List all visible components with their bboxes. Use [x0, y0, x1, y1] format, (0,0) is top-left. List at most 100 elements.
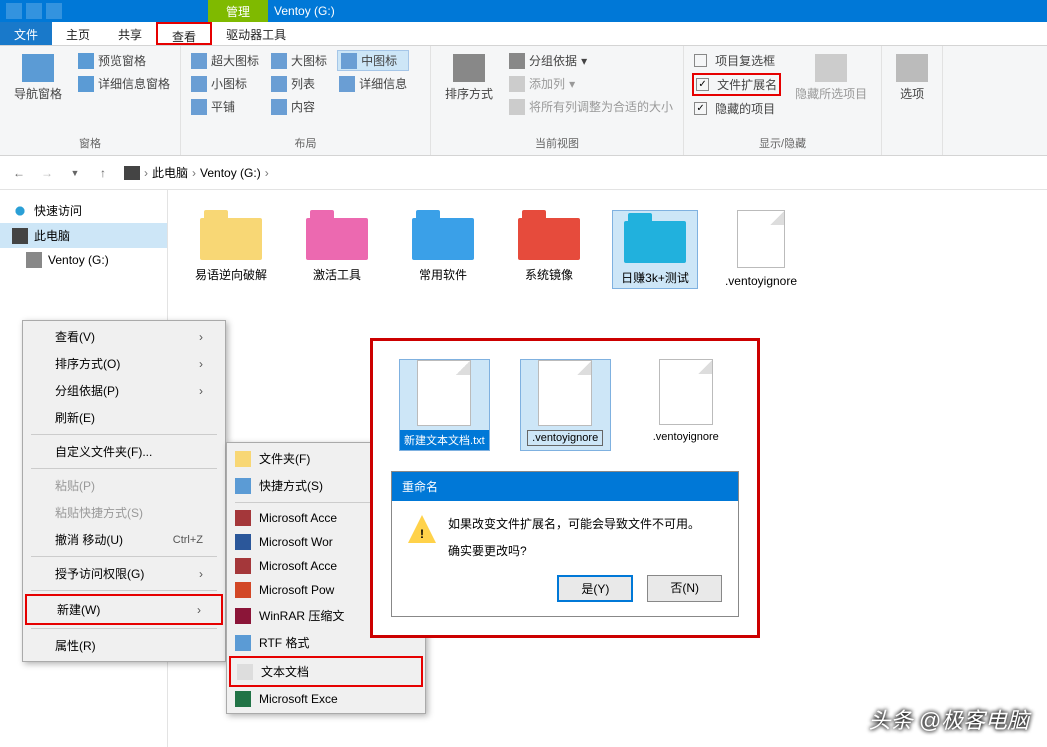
forward-button[interactable]: →: [36, 162, 58, 184]
context-menu[interactable]: 查看(V)› 排序方式(O)› 分组依据(P)› 刷新(E) 自定义文件夹(F)…: [22, 320, 226, 662]
ctx-group[interactable]: 分组依据(P)›: [25, 377, 223, 404]
label: 中图标: [361, 52, 397, 69]
tab-home[interactable]: 主页: [52, 22, 104, 45]
ctx-new[interactable]: 新建(W)›: [25, 594, 223, 625]
size-columns-button[interactable]: 将所有列调整为合适的大小: [507, 96, 675, 117]
preview-pane-button[interactable]: 预览窗格: [76, 50, 172, 71]
annotation-overlay: 新建文本文档.txt .ventoyignore .ventoyignore 重…: [370, 338, 760, 638]
details-icon: [78, 76, 94, 92]
qat-icon[interactable]: [46, 3, 62, 19]
group-by-button[interactable]: 分组依据 ▾: [507, 50, 675, 71]
nav-pane-button[interactable]: 导航窗格: [8, 50, 68, 133]
file-label: .ventoyignore: [653, 431, 719, 443]
folder-item[interactable]: 易语逆向破解: [188, 210, 274, 283]
excel-icon: [235, 691, 251, 707]
label: 导航窗格: [14, 85, 62, 102]
separator: [31, 556, 217, 557]
label: 详细信息: [359, 75, 407, 92]
folder-item[interactable]: 系统镜像: [506, 210, 592, 283]
ctx-paste-shortcut[interactable]: 粘贴快捷方式(S): [25, 499, 223, 526]
view-details[interactable]: 详细信息: [337, 73, 409, 94]
label: 撤消 移动(U): [55, 531, 123, 548]
no-button[interactable]: 否(N): [647, 575, 722, 602]
folder-item[interactable]: 日赚3k+测试: [612, 210, 698, 289]
file-item[interactable]: .ventoyignore: [520, 359, 611, 451]
file-label-editing[interactable]: 新建文本文档.txt: [400, 430, 489, 450]
checkbox-icon: ✓: [696, 78, 709, 91]
breadcrumb[interactable]: › 此电脑 › Ventoy (G:) ›: [124, 164, 269, 181]
chevron-icon: ›: [192, 166, 196, 180]
access-icon: [235, 510, 251, 526]
new-text[interactable]: 文本文档: [229, 656, 423, 687]
item-checkboxes-toggle[interactable]: 项目复选框: [692, 50, 781, 71]
sidebar-item-quick-access[interactable]: 快速访问: [0, 198, 167, 223]
details-icon: [339, 76, 355, 92]
folder-icon: [624, 213, 686, 263]
tab-drive-tools[interactable]: 驱动器工具: [212, 22, 300, 45]
recent-dropdown[interactable]: ▼: [64, 162, 86, 184]
up-button[interactable]: ↑: [92, 162, 114, 184]
contextual-tab-manage[interactable]: 管理: [208, 0, 268, 22]
ctx-paste[interactable]: 粘贴(P): [25, 472, 223, 499]
new-excel[interactable]: Microsoft Exce: [229, 687, 423, 711]
add-columns-button[interactable]: 添加列 ▾: [507, 73, 675, 94]
label: 分组依据: [529, 52, 577, 69]
file-item[interactable]: 新建文本文档.txt: [399, 359, 490, 451]
back-button[interactable]: ←: [8, 162, 30, 184]
tab-view[interactable]: 查看: [156, 22, 212, 45]
rename-dialog: 重命名 ! 如果改变文件扩展名，可能会导致文件不可用。 确实要更改吗? 是(Y)…: [391, 471, 739, 617]
sort-button[interactable]: 排序方式: [439, 50, 499, 133]
crumb-this-pc[interactable]: 此电脑: [152, 164, 188, 181]
qat-icon[interactable]: [26, 3, 42, 19]
chevron-right-icon: ›: [199, 384, 203, 398]
label: 粘贴(P): [55, 477, 95, 494]
view-small[interactable]: 小图标: [189, 73, 261, 94]
crumb-drive[interactable]: Ventoy (G:): [200, 166, 261, 180]
label: RTF 格式: [259, 634, 309, 651]
ctx-view[interactable]: 查看(V)›: [25, 323, 223, 350]
view-large[interactable]: 大图标: [269, 50, 329, 71]
sidebar-item-drive[interactable]: Ventoy (G:): [0, 248, 167, 272]
view-medium[interactable]: 中图标: [337, 50, 409, 71]
details-pane-button[interactable]: 详细信息窗格: [76, 73, 172, 94]
shortcut: Ctrl+Z: [173, 534, 203, 546]
yes-button[interactable]: 是(Y): [557, 575, 633, 602]
separator: [31, 628, 217, 629]
ctx-grant-access[interactable]: 授予访问权限(G)›: [25, 560, 223, 587]
quick-access-toolbar: [0, 3, 68, 19]
view-extra-large[interactable]: 超大图标: [189, 50, 261, 71]
tab-file[interactable]: 文件: [0, 22, 52, 45]
label: 查看(V): [55, 328, 95, 345]
folder-item[interactable]: 激活工具: [294, 210, 380, 283]
nav-pane-icon: [22, 54, 54, 82]
ribbon-tabs: 文件 主页 共享 查看 驱动器工具: [0, 22, 1047, 46]
sidebar-item-this-pc[interactable]: 此电脑: [0, 223, 167, 248]
file-label: 系统镜像: [525, 266, 573, 283]
tab-share[interactable]: 共享: [104, 22, 156, 45]
folder-item[interactable]: 常用软件: [400, 210, 486, 283]
file-item[interactable]: .ventoyignore: [641, 359, 731, 451]
file-item[interactable]: .ventoyignore: [718, 210, 804, 288]
file-extensions-toggle[interactable]: ✓文件扩展名: [692, 73, 781, 96]
hidden-items-toggle[interactable]: ✓隐藏的项目: [692, 98, 781, 119]
view-list[interactable]: 列表: [269, 73, 329, 94]
dialog-title: 重命名: [392, 472, 738, 501]
ctx-properties[interactable]: 属性(R): [25, 632, 223, 659]
ctx-undo-move[interactable]: 撤消 移动(U) Ctrl+Z: [25, 526, 223, 553]
ctx-refresh[interactable]: 刷新(E): [25, 404, 223, 431]
group-label: 窗格: [8, 133, 172, 155]
label: 超大图标: [211, 52, 259, 69]
content-icon: [271, 99, 287, 115]
tiles-icon: [191, 99, 207, 115]
hide-icon: [815, 54, 847, 82]
view-tiles[interactable]: 平铺: [189, 96, 261, 117]
window-title: Ventoy (G:): [274, 4, 335, 18]
ctx-customize[interactable]: 自定义文件夹(F)...: [25, 438, 223, 465]
hide-selected-button[interactable]: 隐藏所选项目: [789, 50, 873, 133]
view-content[interactable]: 内容: [269, 96, 329, 117]
file-icon: [417, 360, 471, 426]
ctx-sort[interactable]: 排序方式(O)›: [25, 350, 223, 377]
file-label-editing[interactable]: .ventoyignore: [527, 430, 603, 446]
options-button[interactable]: 选项: [890, 50, 934, 149]
label: 属性(R): [55, 637, 96, 654]
